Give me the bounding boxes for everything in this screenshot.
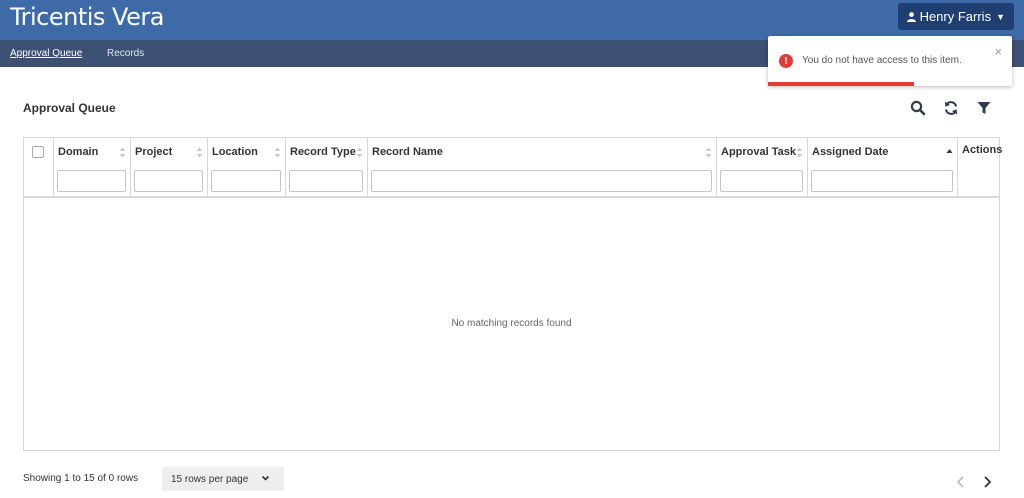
toast-progress-bar	[768, 82, 915, 86]
nav-approval-queue[interactable]: Approval Queue	[10, 48, 82, 59]
error-icon: !	[779, 54, 793, 68]
brand-logo[interactable]: Tricentis Vera	[10, 3, 164, 31]
project-filter-input[interactable]	[134, 170, 203, 192]
column-label: Record Type	[290, 146, 356, 158]
user-icon	[906, 11, 916, 22]
column-label: Actions	[962, 144, 1003, 156]
column-project[interactable]: Project	[131, 138, 208, 196]
sort-icon[interactable]	[356, 147, 363, 158]
sort-icon[interactable]	[119, 147, 126, 158]
domain-filter-input[interactable]	[57, 170, 126, 192]
column-record-type[interactable]: Record Type	[286, 138, 368, 196]
caret-down-icon: ▼	[996, 11, 1005, 22]
sort-icon[interactable]	[796, 147, 803, 158]
sort-ascending-icon[interactable]	[946, 147, 953, 158]
record-name-filter-input[interactable]	[371, 170, 712, 192]
refresh-icon[interactable]	[942, 99, 960, 117]
user-name: Henry Farris	[919, 9, 992, 24]
pagination-info: Showing 1 to 15 of 0 rows	[23, 473, 139, 484]
assigned-date-filter-input[interactable]	[811, 170, 953, 192]
chevron-down-icon	[261, 475, 270, 481]
nav-records[interactable]: Records	[107, 48, 144, 59]
top-bar: Tricentis Vera Henry Farris ▼	[0, 0, 1024, 40]
error-toast: ! You do not have access to this item. ×	[768, 36, 1012, 86]
rows-per-page-select[interactable]: 15 rows per page	[162, 467, 284, 491]
location-filter-input[interactable]	[211, 170, 281, 192]
column-label: Assigned Date	[812, 146, 889, 158]
select-all-column	[24, 138, 54, 196]
filter-icon[interactable]	[975, 99, 993, 117]
column-label: Location	[212, 146, 258, 158]
column-approval-task[interactable]: Approval Task	[717, 138, 808, 196]
approval-queue-table: Domain Project Location Record Type Reco…	[23, 137, 1003, 451]
select-all-checkbox[interactable]	[32, 146, 44, 158]
toast-message: You do not have access to this item.	[802, 55, 962, 66]
sort-icon[interactable]	[274, 147, 281, 158]
user-menu-button[interactable]: Henry Farris ▼	[897, 3, 1014, 30]
column-record-name[interactable]: Record Name	[368, 138, 717, 196]
column-label: Record Name	[372, 146, 443, 158]
sort-icon[interactable]	[705, 147, 712, 158]
search-icon[interactable]	[909, 99, 927, 117]
empty-table-message: No matching records found	[451, 318, 572, 329]
page-title: Approval Queue	[23, 101, 116, 115]
column-actions: Actions	[958, 138, 1003, 196]
table-header: Domain Project Location Record Type Reco…	[24, 138, 1003, 198]
column-label: Domain	[58, 146, 99, 158]
sort-icon[interactable]	[196, 147, 203, 158]
rows-per-page-label: 15 rows per page	[171, 473, 249, 485]
approval-task-filter-input[interactable]	[720, 170, 803, 192]
column-label: Approval Task	[721, 146, 796, 158]
chevron-right-icon[interactable]	[981, 475, 993, 489]
close-icon[interactable]: ×	[994, 44, 1002, 59]
column-assigned-date[interactable]: Assigned Date	[808, 138, 958, 196]
chevron-left-icon[interactable]	[955, 475, 967, 489]
record-type-filter-input[interactable]	[289, 170, 363, 192]
column-label: Project	[135, 146, 173, 158]
column-domain[interactable]: Domain	[54, 138, 131, 196]
column-location[interactable]: Location	[208, 138, 286, 196]
